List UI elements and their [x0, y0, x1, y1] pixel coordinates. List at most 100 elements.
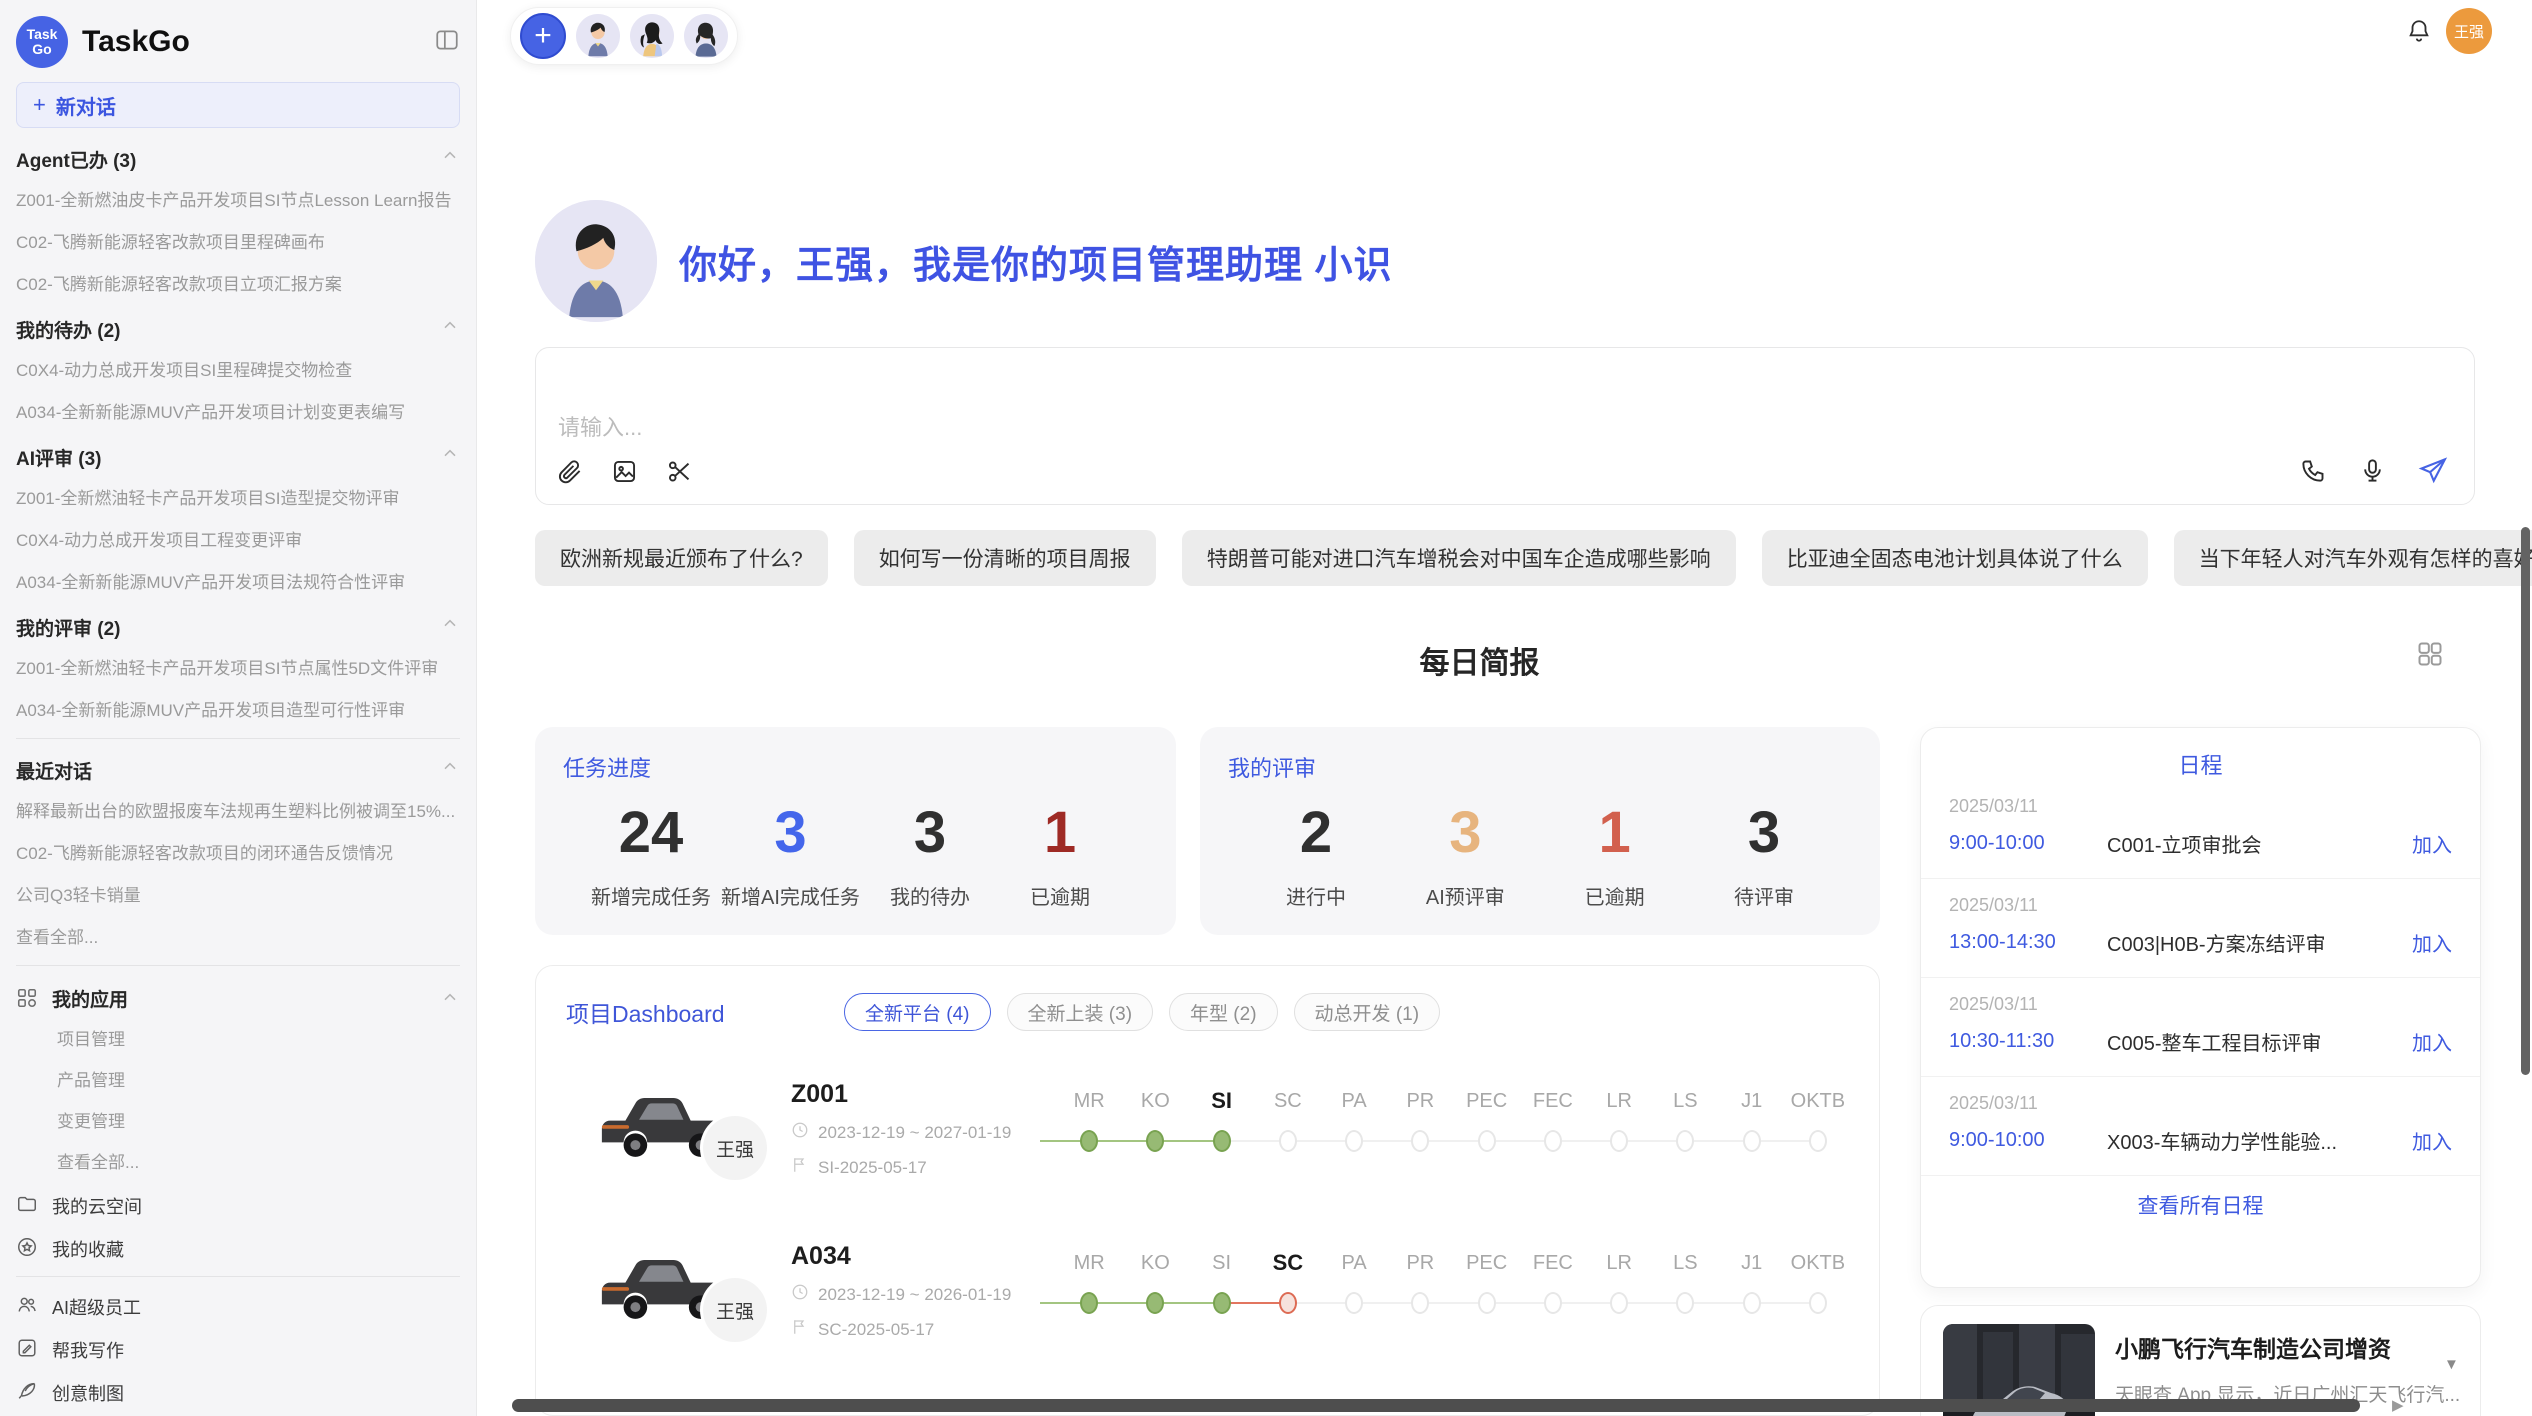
phone-icon[interactable] — [2300, 457, 2327, 489]
horizontal-scrollbar-thumb[interactable] — [512, 1399, 2360, 1412]
schedule-item[interactable]: 2025/03/119:00-10:00C001-立项审批会加入 — [1921, 780, 2480, 879]
join-link[interactable]: 加入 — [2412, 829, 2452, 858]
daily-briefing-title: 每日简报 — [477, 638, 2482, 682]
metric-value: 3 — [774, 801, 806, 865]
milestone-dot — [1478, 1130, 1496, 1152]
new-chat-label: 新对话 — [56, 91, 116, 120]
greeting-text: 你好，王强，我是你的项目管理助理 小识 — [679, 234, 1393, 289]
milestone-label-j1: J1 — [1719, 1250, 1785, 1276]
milestone-label-ko: KO — [1122, 1250, 1188, 1276]
join-link[interactable]: 加入 — [2412, 928, 2452, 957]
metric: 24新增完成任务 — [591, 801, 711, 910]
chevron-up-icon[interactable] — [440, 757, 460, 783]
dashboard-tab-0[interactable]: 全新平台 (4) — [844, 993, 991, 1031]
sidebar-item-my-apps[interactable]: 我的应用 — [16, 984, 460, 1012]
plus-icon: + — [33, 92, 46, 118]
send-icon[interactable] — [2418, 455, 2448, 490]
chevron-up-icon[interactable] — [440, 316, 460, 342]
sidebar-item-write[interactable]: 帮我写作 — [16, 1337, 460, 1363]
section-header-0[interactable]: Agent已办 (3) — [16, 146, 460, 172]
sidebar-item[interactable]: A034-全新新能源MUV产品开发项目造型可行性评审 — [16, 698, 460, 724]
scroll-right-arrow-icon[interactable]: ▶ — [2392, 1396, 2404, 1414]
metric: 1已逾期 — [1000, 801, 1120, 910]
schedule-item[interactable]: 2025/03/1113:00-14:30C003|H0B-方案冻结评审加入 — [1921, 879, 2480, 978]
section-header-4[interactable]: 最近对话 — [16, 757, 460, 783]
milestone-dot — [1279, 1130, 1297, 1152]
section-header-3[interactable]: 我的评审 (2) — [16, 614, 460, 640]
chevron-up-icon[interactable] — [440, 146, 460, 172]
sidebar-item[interactable]: 解释最新出台的欧盟报废车法规再生塑料比例被调至15%... — [16, 799, 460, 825]
briefing-layout-icon[interactable] — [2416, 640, 2444, 673]
sidebar-item[interactable]: Z001-全新燃油轻卡产品开发项目SI造型提交物评审 — [16, 486, 460, 512]
sidebar-item[interactable]: A034-全新新能源MUV产品开发项目法规符合性评审 — [16, 570, 460, 596]
chevron-up-icon[interactable] — [440, 614, 460, 640]
metric-value: 2 — [1300, 801, 1332, 865]
sidebar-item[interactable]: C02-飞腾新能源轻客改款项目立项汇报方案 — [16, 272, 460, 298]
sidebar-item[interactable]: C0X4-动力总成开发项目SI里程碑提交物检查 — [16, 358, 460, 384]
sidebar-item[interactable]: C02-飞腾新能源轻客改款项目的闭环通告反馈情况 — [16, 841, 460, 867]
view-all-schedule-link[interactable]: 查看所有日程 — [1921, 1190, 2480, 1220]
notifications-bell-icon[interactable] — [2406, 18, 2432, 49]
join-link[interactable]: 加入 — [2412, 1027, 2452, 1056]
sidebar-item[interactable]: 公司Q3轻卡销量 — [16, 883, 460, 909]
schedule-item[interactable]: 2025/03/1110:30-11:30C005-整车工程目标评审加入 — [1921, 978, 2480, 1077]
suggestion-chip[interactable]: 当下年轻人对汽车外观有怎样的喜好趋势 — [2174, 530, 2532, 586]
milestone-dot — [1809, 1292, 1827, 1314]
sidebar-item[interactable]: C02-飞腾新能源轻客改款项目里程碑画布 — [16, 230, 460, 256]
new-chat-button[interactable]: + 新对话 — [16, 82, 460, 128]
sidebar-item[interactable]: Z001-全新燃油皮卡产品开发项目SI节点Lesson Learn报告 — [16, 188, 460, 214]
metric-label: 已逾期 — [1585, 881, 1645, 910]
schedule-title: 日程 — [1921, 748, 2480, 780]
project-info: A0342023-12-19 ~ 2026-01-19SC-2025-05-17 — [791, 1242, 1011, 1341]
app-sublist-item[interactable]: 查看全部... — [16, 1150, 460, 1176]
dashboard-tab-2[interactable]: 年型 (2) — [1169, 993, 1278, 1031]
microphone-icon[interactable] — [2359, 457, 2386, 489]
main-area: + 王强 你好，王强，我是你的项目管理助理 小识 请输入... — [477, 0, 2532, 1416]
section-header-2[interactable]: AI评审 (3) — [16, 444, 460, 470]
schedule-item[interactable]: 2025/03/119:00-10:00X003-车辆动力学性能验...加入 — [1921, 1077, 2480, 1176]
agent-avatar-3[interactable] — [684, 14, 728, 58]
scissors-icon[interactable] — [666, 458, 693, 490]
chevron-up-icon[interactable] — [440, 988, 460, 1008]
sidebar-item-folder[interactable]: 我的云空间 — [16, 1193, 460, 1219]
sidebar-item[interactable]: C0X4-动力总成开发项目工程变更评审 — [16, 528, 460, 554]
logo-line-2: Go — [32, 42, 51, 57]
collapse-sidebar-icon[interactable] — [434, 27, 460, 58]
image-icon[interactable] — [611, 458, 638, 490]
add-agent-button[interactable]: + — [520, 13, 566, 59]
sidebar-item[interactable]: 查看全部... — [16, 925, 460, 951]
sidebar-item-feather[interactable]: 创意制图 — [16, 1380, 460, 1406]
sidebar-item[interactable]: A034-全新新能源MUV产品开发项目计划变更表编写 — [16, 400, 460, 426]
milestone-label-pa: PA — [1321, 1088, 1387, 1114]
vertical-scrollbar-thumb[interactable] — [2521, 527, 2530, 1075]
sidebar-item-people[interactable]: AI超级员工 — [16, 1294, 460, 1320]
section-header-1[interactable]: 我的待办 (2) — [16, 316, 460, 342]
metric-label: 新增AI完成任务 — [721, 881, 860, 910]
app-sublist-item[interactable]: 变更管理 — [16, 1109, 460, 1135]
dashboard-tab-3[interactable]: 动总开发 (1) — [1294, 993, 1441, 1031]
write-icon — [16, 1337, 38, 1364]
milestone-label-ls: LS — [1652, 1088, 1718, 1114]
agent-avatar-2[interactable] — [630, 14, 674, 58]
suggestion-chip[interactable]: 欧洲新规最近颁布了什么? — [535, 530, 828, 586]
composer-input[interactable]: 请输入... — [558, 410, 642, 442]
suggestion-chip[interactable]: 比亚迪全固态电池计划具体说了什么 — [1762, 530, 2148, 586]
app-sublist-item[interactable]: 项目管理 — [16, 1027, 460, 1053]
dashboard-tab-1[interactable]: 全新上装 (3) — [1007, 993, 1154, 1031]
scroll-down-arrow-icon[interactable]: ▼ — [2444, 1356, 2459, 1373]
chevron-up-icon[interactable] — [440, 444, 460, 470]
sidebar-item-star-badge[interactable]: 我的收藏 — [16, 1236, 460, 1262]
sidebar-item[interactable]: Z001-全新燃油轻卡产品开发项目SI节点属性5D文件评审 — [16, 656, 460, 682]
join-link[interactable]: 加入 — [2412, 1126, 2452, 1155]
suggestion-chip[interactable]: 特朗普可能对进口汽车增税会对中国车企造成哪些影响 — [1182, 530, 1736, 586]
project-row[interactable]: 王强A0342023-12-19 ~ 2026-01-19SC-2025-05-… — [536, 1220, 1879, 1382]
project-row[interactable]: 王强Z0012023-12-19 ~ 2027-01-19SI-2025-05-… — [536, 1058, 1879, 1220]
user-avatar[interactable]: 王强 — [2446, 8, 2492, 54]
news-title: 小鹏飞行汽车制造公司增资 — [2115, 1330, 2460, 1364]
metric-value: 3 — [1449, 801, 1481, 865]
agent-avatar-1[interactable] — [576, 14, 620, 58]
suggestion-chip[interactable]: 如何写一份清晰的项目周报 — [854, 530, 1156, 586]
app-sublist-item[interactable]: 产品管理 — [16, 1068, 460, 1094]
schedule-event-title: C005-整车工程目标评审 — [2107, 1027, 2412, 1056]
attachment-icon[interactable] — [556, 458, 583, 490]
